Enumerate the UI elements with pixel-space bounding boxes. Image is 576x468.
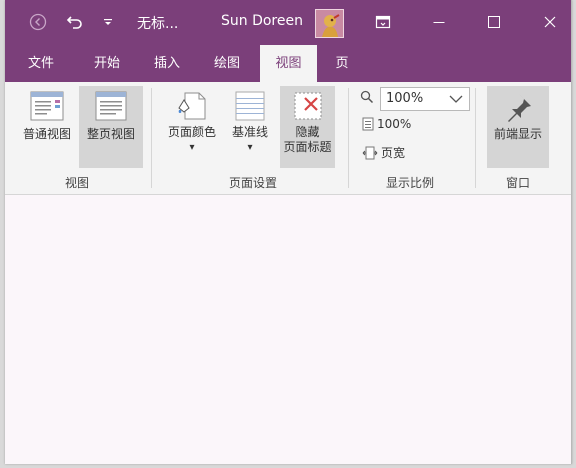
full-page-view-button[interactable]: 整页视图 — [79, 86, 143, 168]
avatar[interactable] — [315, 9, 344, 38]
group-separator — [475, 88, 476, 188]
zoom-100-label: 100% — [377, 117, 412, 131]
zoom-100-button[interactable]: 100% — [362, 117, 411, 131]
page-canvas[interactable] — [5, 195, 571, 464]
page-color-icon — [178, 92, 206, 120]
minimize-icon[interactable] — [424, 9, 454, 35]
dropdown-dot-icon: ▾ — [247, 142, 253, 153]
page-width-icon — [362, 146, 378, 159]
window-group-label: 窗口 — [505, 176, 530, 190]
rule-lines-label: 基准线 — [231, 125, 268, 139]
full-page-view-icon — [95, 91, 127, 121]
always-on-top-label: 前端显示 — [493, 127, 542, 141]
tab-view[interactable]: 视图 — [260, 45, 317, 82]
tab-insert[interactable]: 插入 — [141, 45, 193, 82]
close-icon[interactable] — [535, 9, 565, 35]
tab-home[interactable]: 开始 — [81, 45, 133, 82]
page-color-label: 页面颜色 — [167, 125, 216, 139]
back-icon[interactable] — [25, 9, 51, 35]
quick-access-dropdown-icon[interactable] — [98, 9, 118, 35]
rule-lines-icon — [235, 91, 265, 121]
group-separator — [151, 88, 152, 188]
hide-page-title-button[interactable]: 隐藏 页面标题 — [280, 86, 335, 168]
page-setup-group-label: 页面设置 — [228, 176, 277, 190]
group-separator — [348, 88, 349, 188]
onenote-window: 无标... Sun Doreen 文件 开始 插入 绘图 视图 页 普通视图 整… — [5, 0, 572, 464]
dropdown-dot-icon: ▾ — [189, 142, 195, 153]
page-width-label: 页宽 — [381, 146, 406, 160]
normal-view-button[interactable]: 普通视图 — [15, 88, 79, 168]
title-bar: 无标... Sun Doreen — [5, 0, 571, 45]
zoom-select[interactable]: 100% — [380, 87, 470, 111]
zoom-magnifier-icon — [360, 90, 374, 104]
rule-lines-button[interactable]: 基准线 ▾ — [225, 88, 275, 168]
chevron-down-icon — [449, 95, 463, 103]
ribbon-tabs: 文件 开始 插入 绘图 视图 页 — [5, 45, 571, 82]
page-color-button[interactable]: 页面颜色 ▾ — [162, 88, 222, 168]
normal-view-label: 普通视图 — [22, 127, 71, 141]
zoom-group-label: 显示比例 — [385, 176, 434, 190]
zoom-value: 100% — [386, 91, 424, 106]
tab-file[interactable]: 文件 — [15, 45, 67, 82]
hide-page-title-label-1: 隐藏 — [295, 125, 320, 139]
pin-icon — [508, 94, 531, 122]
ribbon-display-options-icon[interactable] — [370, 9, 396, 35]
hide-page-title-label-2: 页面标题 — [283, 140, 332, 154]
always-on-top-button[interactable]: 前端显示 — [487, 86, 549, 168]
page-width-button[interactable]: 页宽 — [362, 144, 405, 161]
view-group-label: 视图 — [64, 176, 89, 190]
document-title: 无标... — [137, 16, 179, 32]
normal-view-icon — [30, 91, 64, 121]
tab-page[interactable]: 页 — [327, 45, 357, 82]
maximize-icon[interactable] — [479, 9, 509, 35]
hide-page-title-icon — [294, 92, 321, 120]
user-name[interactable]: Sun Doreen — [221, 13, 303, 29]
undo-icon[interactable] — [63, 9, 87, 35]
page-icon — [362, 117, 374, 131]
full-page-view-label: 整页视图 — [86, 127, 135, 141]
tab-draw[interactable]: 绘图 — [201, 45, 253, 82]
